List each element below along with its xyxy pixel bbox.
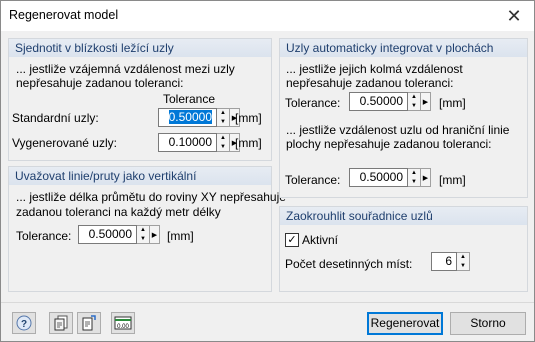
surfaces-tolerance2-label: Tolerance:: [285, 173, 341, 187]
surfaces-tolerance2-input[interactable]: 0.50000: [349, 168, 408, 187]
import-settings-button[interactable]: [49, 312, 73, 334]
help-button[interactable]: ?: [12, 312, 36, 334]
group-header: Sjednotit v blízkosti ležící uzly: [9, 39, 271, 57]
spinner-buttons[interactable]: ▲ ▼: [137, 225, 150, 244]
merge-desc-line1: ... jestliže vzájemná vzdálenost mezi uz…: [16, 62, 235, 76]
spin-up-icon[interactable]: ▲: [408, 169, 420, 178]
surfaces-tolerance1-unit: [mm]: [439, 96, 466, 110]
active-checkbox[interactable]: ✓: [285, 233, 299, 247]
vertical-tolerance-unit: [mm]: [167, 229, 194, 243]
units-icon: 0.00: [114, 316, 132, 330]
generated-nodes-input[interactable]: 0.10000: [158, 133, 217, 152]
spin-down-icon[interactable]: ▼: [217, 143, 229, 152]
decimal-places-spinner[interactable]: 6 ▲ ▼: [431, 252, 470, 271]
surfaces-tolerance1-input[interactable]: 0.50000: [349, 92, 408, 111]
cancel-button[interactable]: Storno: [450, 312, 526, 335]
surfaces-desc-line4: plochy nepřesahuje zadanou toleranci:: [286, 137, 492, 151]
generated-nodes-unit: [mm]: [235, 136, 262, 150]
spin-up-icon[interactable]: ▲: [137, 226, 149, 235]
units-icon-text: 0.00: [117, 324, 129, 330]
spin-down-icon[interactable]: ▼: [408, 102, 420, 111]
vertical-tolerance-input[interactable]: 0.50000: [78, 225, 137, 244]
surfaces-desc-line2: nepřesahuje zadanou toleranci:: [286, 76, 454, 90]
surfaces-tolerance2-unit: [mm]: [439, 173, 466, 187]
spinner-buttons[interactable]: ▲ ▼: [408, 168, 421, 187]
svg-text:?: ?: [21, 319, 27, 330]
spin-up-icon[interactable]: ▲: [408, 93, 420, 102]
footer-separator: [1, 302, 534, 303]
spinner-buttons[interactable]: ▲ ▼: [408, 92, 421, 111]
decimal-places-label: Počet desetinných míst:: [285, 257, 413, 271]
spinner-buttons[interactable]: ▲ ▼: [217, 133, 230, 152]
surfaces-desc-line3: ... jestliže vzdálenost uzlu od hraniční…: [286, 123, 510, 137]
title-bar: Regenerovat model ✕: [1, 1, 534, 31]
vertical-tolerance-label: Tolerance:: [16, 229, 72, 243]
spin-down-icon[interactable]: ▼: [457, 262, 469, 271]
dialog-title: Regenerovat model: [9, 8, 119, 22]
round-coordinates-group: Zaokrouhlit souřadnice uzlů: [279, 206, 528, 292]
help-icon: ?: [16, 315, 32, 331]
surfaces-tolerance1-label: Tolerance:: [285, 96, 341, 110]
close-icon[interactable]: ✕: [494, 1, 534, 31]
standard-nodes-label: Standardní uzly:: [12, 111, 99, 125]
chevron-right-icon[interactable]: ▶: [150, 225, 160, 244]
spin-down-icon[interactable]: ▼: [217, 118, 229, 127]
standard-nodes-spinner[interactable]: 0.50000 ▲ ▼ ▶: [158, 108, 240, 127]
regenerate-model-dialog: Regenerovat model ✕ Sjednotit v blízkost…: [0, 0, 535, 342]
standard-nodes-input[interactable]: 0.50000: [158, 108, 217, 127]
spin-down-icon[interactable]: ▼: [137, 235, 149, 244]
active-label[interactable]: Aktivní: [302, 233, 338, 247]
surfaces-tolerance2-spinner[interactable]: 0.50000 ▲ ▼ ▶: [349, 168, 431, 187]
group-header: Zaokrouhlit souřadnice uzlů: [280, 207, 527, 225]
spin-down-icon[interactable]: ▼: [408, 178, 420, 187]
chevron-right-icon[interactable]: ▶: [421, 168, 431, 187]
spin-up-icon[interactable]: ▲: [217, 134, 229, 143]
surfaces-tolerance1-spinner[interactable]: 0.50000 ▲ ▼ ▶: [349, 92, 431, 111]
group-header: Uzly automaticky integrovat v plochách: [280, 39, 527, 57]
generated-nodes-label: Vygenerované uzly:: [12, 136, 117, 150]
spinner-buttons[interactable]: ▲ ▼: [457, 252, 470, 271]
units-decimals-button[interactable]: 0.00: [111, 312, 135, 334]
spin-up-icon[interactable]: ▲: [457, 253, 469, 262]
vertical-desc-line2: zadanou toleranci na každý metr délky: [16, 205, 221, 219]
import-document-icon: [54, 315, 68, 331]
group-header: Uvažovat linie/pruty jako vertikální: [9, 167, 271, 185]
merge-desc-line2: nepřesahuje zadanou toleranci:: [16, 76, 184, 90]
export-document-icon: [82, 315, 96, 331]
regenerate-button[interactable]: Regenerovat: [367, 312, 443, 335]
vertical-tolerance-spinner[interactable]: 0.50000 ▲ ▼ ▶: [78, 225, 160, 244]
tolerance-column-header: Tolerance: [163, 92, 216, 106]
spin-up-icon[interactable]: ▲: [217, 109, 229, 118]
decimal-places-input[interactable]: 6: [431, 252, 457, 271]
standard-nodes-unit: [mm]: [235, 111, 262, 125]
generated-nodes-spinner[interactable]: 0.10000 ▲ ▼ ▶: [158, 133, 240, 152]
spinner-buttons[interactable]: ▲ ▼: [217, 108, 230, 127]
chevron-right-icon[interactable]: ▶: [421, 92, 431, 111]
vertical-desc-line1: ... jestliže délka průmětu do roviny XY …: [16, 190, 286, 204]
export-settings-button[interactable]: [77, 312, 101, 334]
surfaces-desc-line1: ... jestliže jejich kolmá vzdálenost: [286, 62, 463, 76]
